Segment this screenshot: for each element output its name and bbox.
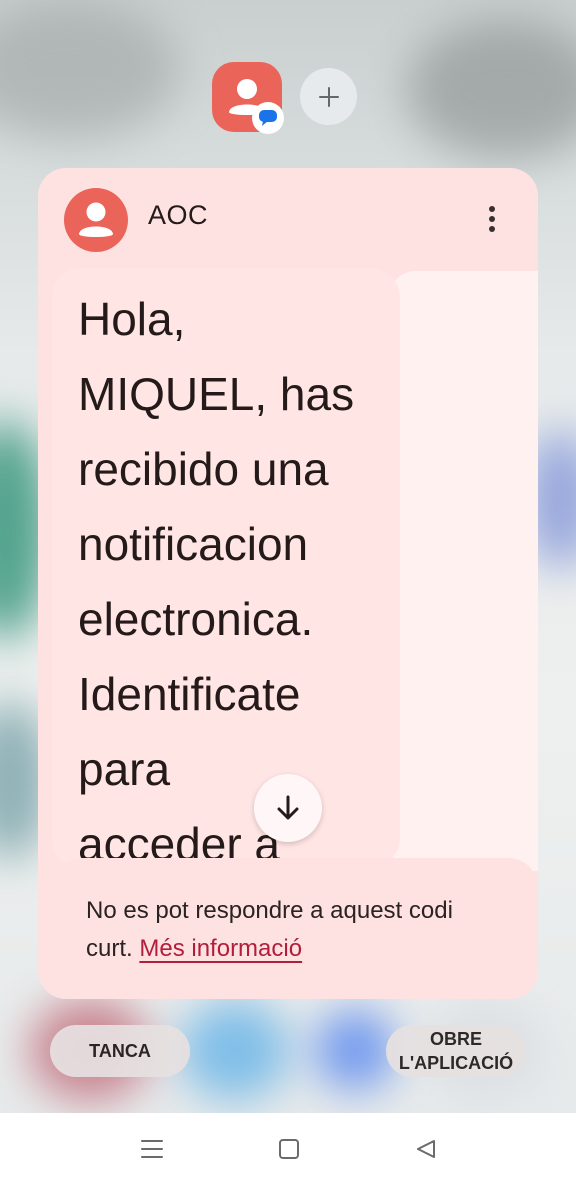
person-icon [79, 202, 113, 237]
recents-button[interactable] [122, 1113, 182, 1184]
message-text: Hola, MIQUEL, has recibido una notificac… [78, 293, 355, 870]
back-button[interactable] [396, 1113, 456, 1184]
navigation-bar [0, 1113, 576, 1184]
more-info-link[interactable]: Més informació [139, 935, 302, 962]
square-home-icon [279, 1138, 299, 1159]
reply-unavailable-note: No es pot respondre a aquest codi curt. … [86, 892, 506, 968]
arrow-down-icon [277, 795, 299, 820]
home-button[interactable] [259, 1113, 319, 1184]
menu-lines-icon [141, 1139, 163, 1158]
more-options-button[interactable] [478, 202, 506, 236]
scroll-down-button[interactable] [254, 774, 322, 842]
open-app-button[interactable]: OBRE L'APLICACIÓ [386, 1025, 526, 1077]
close-button[interactable]: TANCA [50, 1025, 190, 1077]
add-bubble-button[interactable] [300, 68, 357, 125]
plus-icon [318, 86, 339, 107]
message-badge [252, 102, 284, 134]
more-vert-icon [489, 206, 495, 212]
conversation-background [388, 271, 538, 871]
triangle-back-icon [417, 1139, 435, 1158]
message-icon [259, 110, 277, 126]
sender-name: AOC [148, 200, 209, 230]
sender-avatar[interactable] [64, 188, 128, 252]
conversation-card: AOC Hola, MIQUEL, has recibido una notif… [38, 168, 538, 999]
